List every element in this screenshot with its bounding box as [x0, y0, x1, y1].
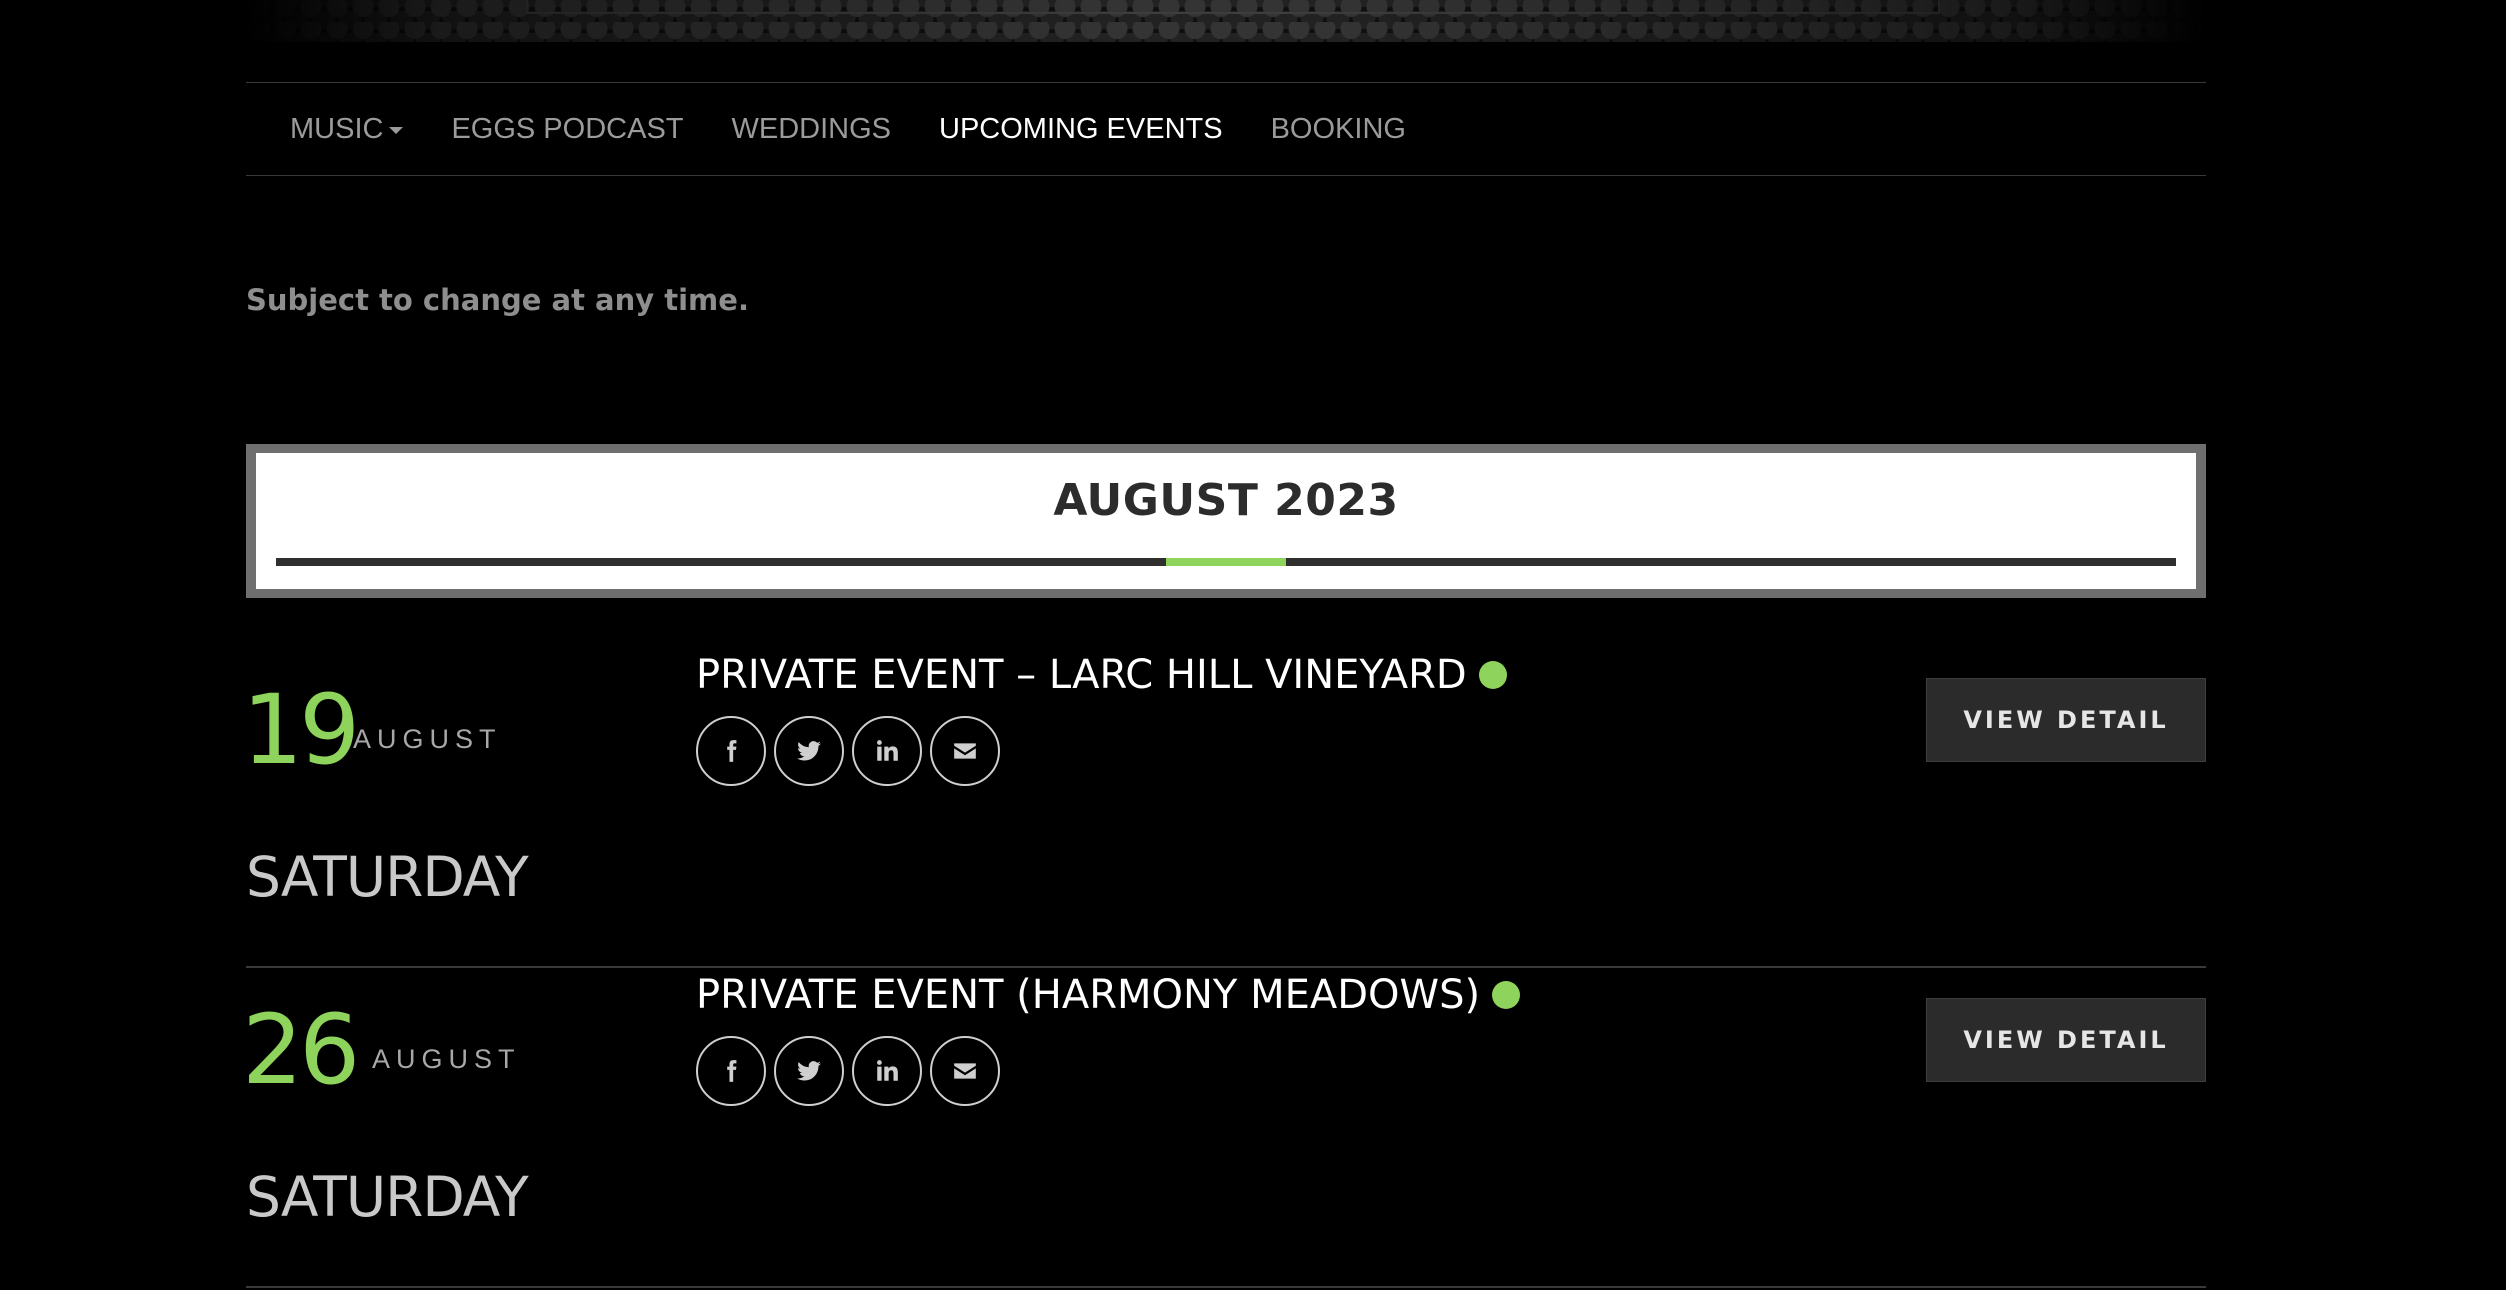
nav-item-upcoming-events[interactable]: UPCOMING EVENTS [939, 113, 1223, 146]
email-icon[interactable] [930, 1036, 1000, 1106]
facebook-icon[interactable] [696, 716, 766, 786]
nav-item-booking[interactable]: BOOKING [1271, 113, 1406, 146]
event-divider [246, 1286, 2206, 1288]
schedule-notice: Subject to change at any time. [246, 283, 749, 317]
twitter-icon[interactable] [774, 716, 844, 786]
event-weekday: SATURDAY [246, 845, 529, 909]
email-icon[interactable] [930, 716, 1000, 786]
event-month: AUGUST [353, 724, 502, 754]
twitter-icon[interactable] [774, 1036, 844, 1106]
page: MUSIC EGGS PODCAST WEDDINGS UPCOMING EVE… [0, 0, 2506, 1290]
banner-frame [526, 0, 1940, 14]
view-detail-button[interactable]: VIEW DETAIL [1926, 998, 2206, 1082]
nav-item-label: EGGS PODCAST [451, 112, 684, 145]
nav-item-music[interactable]: MUSIC [290, 112, 404, 146]
header-banner [246, 0, 2206, 42]
nav-item-label: BOOKING [1270, 112, 1406, 145]
share-buttons [696, 716, 1008, 786]
nav-item-eggs-podcast[interactable]: EGGS PODCAST [451, 113, 683, 146]
event-weekday: SATURDAY [246, 1165, 529, 1229]
main-nav: MUSIC EGGS PODCAST WEDDINGS UPCOMING EVE… [246, 82, 2206, 176]
caret-down-icon [389, 126, 404, 134]
event-title[interactable]: PRIVATE EVENT (HARMONY MEADOWS) [696, 972, 1521, 1018]
view-detail-button[interactable]: VIEW DETAIL [1926, 678, 2206, 762]
status-dot-icon [1492, 981, 1521, 1009]
linkedin-icon[interactable] [852, 1036, 922, 1106]
event-day: 26 [242, 994, 360, 1106]
month-header-inner: AUGUST 2023 [256, 453, 2196, 589]
nav-item-weddings[interactable]: WEDDINGS [732, 113, 892, 146]
event-item: 19 AUGUST SATURDAY PRIVATE EVENT – LARC … [242, 648, 2206, 968]
month-divider [276, 558, 2176, 566]
month-divider-accent [1166, 558, 1286, 566]
facebook-icon[interactable] [696, 1036, 766, 1106]
event-title-text: PRIVATE EVENT – LARC HILL VINEYARD [696, 652, 1467, 698]
status-dot-icon [1478, 661, 1507, 689]
month-header: AUGUST 2023 [246, 444, 2206, 598]
linkedin-icon[interactable] [852, 716, 922, 786]
nav-item-label: UPCOMING EVENTS [939, 112, 1223, 145]
nav-item-label: WEDDINGS [731, 112, 892, 145]
event-item: 26 AUGUST SATURDAY PRIVATE EVENT (HARMON… [242, 968, 2206, 1288]
month-title: AUGUST 2023 [1053, 475, 1399, 526]
event-day: 19 [242, 674, 360, 786]
event-month: AUGUST [372, 1044, 521, 1074]
nav-item-label: MUSIC [290, 112, 384, 145]
event-title-text: PRIVATE EVENT (HARMONY MEADOWS) [696, 972, 1481, 1018]
event-title[interactable]: PRIVATE EVENT – LARC HILL VINEYARD [696, 652, 1507, 698]
share-buttons [696, 1036, 1008, 1106]
